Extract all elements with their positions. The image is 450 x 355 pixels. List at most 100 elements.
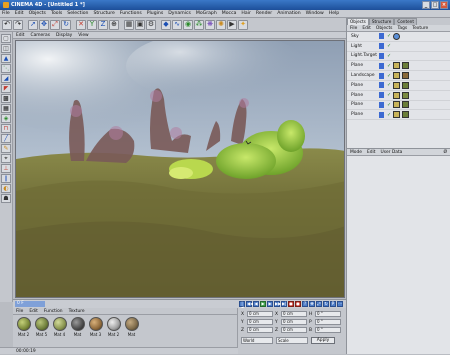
texture-tag-icon[interactable] <box>402 91 410 99</box>
camera-icon[interactable]: ▶ <box>227 19 237 30</box>
next-key-icon[interactable]: ▶▶ <box>274 301 281 307</box>
size-mode-dropdown[interactable]: Scale <box>276 337 308 344</box>
x-axis-icon[interactable]: ✕ <box>76 19 86 30</box>
size-y-field[interactable]: 0 cm <box>281 319 307 325</box>
checker-icon[interactable]: ▦ <box>1 104 11 113</box>
material-swatch[interactable]: Mat 4 <box>52 317 67 337</box>
param-key-icon[interactable]: P <box>330 301 336 307</box>
y-axis-icon[interactable]: Y <box>87 19 97 30</box>
rotate-icon[interactable]: ↻ <box>61 19 71 30</box>
minimize-button[interactable]: _ <box>422 1 430 9</box>
menu-functions[interactable]: Functions <box>120 11 142 16</box>
rotation-b-field[interactable]: 0 ° <box>315 327 341 333</box>
mat-menu-file[interactable]: File <box>16 309 23 314</box>
texture-tag-icon[interactable] <box>402 101 410 109</box>
material-swatch[interactable]: Mat <box>124 317 139 337</box>
play-icon[interactable]: ▶ <box>260 301 266 307</box>
menu-edit[interactable]: Edit <box>15 11 24 16</box>
prev-key-icon[interactable]: ◀◀ <box>246 301 253 307</box>
material-swatch[interactable]: Mat 2 <box>106 317 121 337</box>
obj-menu-objects[interactable]: Objects <box>376 26 393 31</box>
object-row[interactable]: Plane ✓ <box>347 101 450 111</box>
timeline-bar[interactable]: 0 F |◀ ◀◀ ◀ ▶ ▶ ▶▶ ▶| ● ● ? ✥ ⤢ ↻ P ⋯ <box>13 299 346 310</box>
texture-tag-icon[interactable] <box>402 111 410 119</box>
coordinate-system-icon[interactable]: ⊕ <box>109 19 119 30</box>
object-row[interactable]: Sky ✓ <box>347 32 450 42</box>
deformer-icon[interactable]: ❋ <box>205 19 215 30</box>
magnet-icon[interactable]: ⊓ <box>1 124 11 133</box>
hair-tag-icon[interactable] <box>393 111 401 119</box>
go-to-start-icon[interactable]: |◀ <box>239 301 245 310</box>
scale-icon[interactable]: ⤢ <box>50 19 60 30</box>
object-row[interactable]: Plane ✓ <box>347 91 450 101</box>
menu-render[interactable]: Render <box>256 11 272 16</box>
z-axis-icon[interactable]: Z <box>98 19 108 30</box>
rotation-h-field[interactable]: 0 ° <box>315 311 341 317</box>
menu-structure[interactable]: Structure <box>93 11 114 16</box>
menu-objects[interactable]: Objects <box>29 11 46 16</box>
points-icon[interactable]: ⋱ <box>1 64 11 73</box>
position-y-field[interactable]: 0 cm <box>247 319 273 325</box>
key-icon[interactable]: ? <box>302 301 308 307</box>
obj-menu-texture[interactable]: Texture <box>412 26 428 31</box>
vp-menu-display[interactable]: Display <box>56 33 72 38</box>
mat-menu-edit[interactable]: Edit <box>29 309 38 314</box>
object-row[interactable]: Light.Target ✓ <box>347 52 450 62</box>
object-row[interactable]: Light ✓ <box>347 42 450 52</box>
material-swatch[interactable]: Mat 3 <box>88 317 103 337</box>
menu-selection[interactable]: Selection <box>67 11 88 16</box>
object-row[interactable]: Plane ✓ <box>347 81 450 91</box>
snap-icon[interactable]: ⌖ <box>1 154 11 163</box>
coordinate-mode-dropdown[interactable]: World <box>241 337 273 344</box>
hair-tag-icon[interactable] <box>393 91 401 99</box>
record-icon[interactable]: ● <box>288 301 294 307</box>
menu-plugins[interactable]: Plugins <box>147 11 163 16</box>
object-row[interactable]: Plane ✓ <box>347 110 450 121</box>
uv-points-icon[interactable]: ◈ <box>1 114 11 123</box>
maximize-button[interactable]: □ <box>431 1 439 9</box>
close-button[interactable]: × <box>440 1 448 9</box>
parallel-icon[interactable]: ∥ <box>1 174 11 183</box>
menu-dynamics[interactable]: Dynamics <box>168 11 191 16</box>
material-swatch[interactable]: Mat 2 <box>16 317 31 337</box>
brush-icon[interactable]: ✎ <box>1 144 11 153</box>
attr-extra-icon[interactable]: Ø <box>444 150 447 155</box>
visible-check-icon[interactable]: ✓ <box>387 82 391 88</box>
next-frame-icon[interactable]: ▶ <box>267 301 273 307</box>
size-z-field[interactable]: 0 cm <box>281 327 307 333</box>
material-swatch[interactable]: Mat 5 <box>34 317 49 337</box>
menu-mograph[interactable]: MoGraph <box>196 11 217 16</box>
visible-check-icon[interactable]: ✓ <box>387 33 391 39</box>
visible-check-icon[interactable]: ✓ <box>387 53 391 59</box>
use-model-icon[interactable]: ▢ <box>1 34 11 43</box>
menu-animation[interactable]: Animation <box>277 11 300 16</box>
visible-check-icon[interactable]: ✓ <box>387 73 391 79</box>
render-settings-icon[interactable]: ⚙ <box>146 19 156 30</box>
object-row[interactable]: Landscape ✓ <box>347 71 450 81</box>
tab-structure[interactable]: Structure <box>368 18 395 25</box>
3d-viewport[interactable] <box>15 40 345 298</box>
size-x-field[interactable]: 0 cm <box>281 311 307 317</box>
cursor-icon[interactable]: ➚ <box>28 19 38 30</box>
light-icon[interactable]: ✦ <box>238 19 248 30</box>
mat-menu-function[interactable]: Function <box>44 309 63 314</box>
apply-button[interactable]: Apply <box>311 337 335 344</box>
position-z-field[interactable]: 0 cm <box>247 327 273 333</box>
texture-tag-icon[interactable] <box>402 72 410 80</box>
hair-tag-icon[interactable] <box>393 62 401 70</box>
point-key-icon[interactable]: ⋯ <box>337 301 343 307</box>
texture-mode-icon[interactable]: ▩ <box>1 94 11 103</box>
move-icon[interactable]: ✥ <box>39 19 49 30</box>
position-key-icon[interactable]: ✥ <box>309 301 315 307</box>
go-to-end-icon[interactable]: ▶| <box>281 301 287 307</box>
cube-icon[interactable]: ◆ <box>161 19 171 30</box>
nurbs-icon[interactable]: ◉ <box>183 19 193 30</box>
rotation-key-icon[interactable]: ↻ <box>323 301 329 307</box>
tab-objects[interactable]: Objects <box>347 18 369 25</box>
rotation-p-field[interactable]: 0 ° <box>315 319 341 325</box>
menu-mocca[interactable]: Mocca <box>222 11 237 16</box>
use-object-icon[interactable]: ◫ <box>1 44 11 53</box>
spline-icon[interactable]: ∿ <box>172 19 182 30</box>
prev-frame-icon[interactable]: ◀ <box>253 301 259 307</box>
object-row[interactable]: Plane ✓ <box>347 61 450 72</box>
